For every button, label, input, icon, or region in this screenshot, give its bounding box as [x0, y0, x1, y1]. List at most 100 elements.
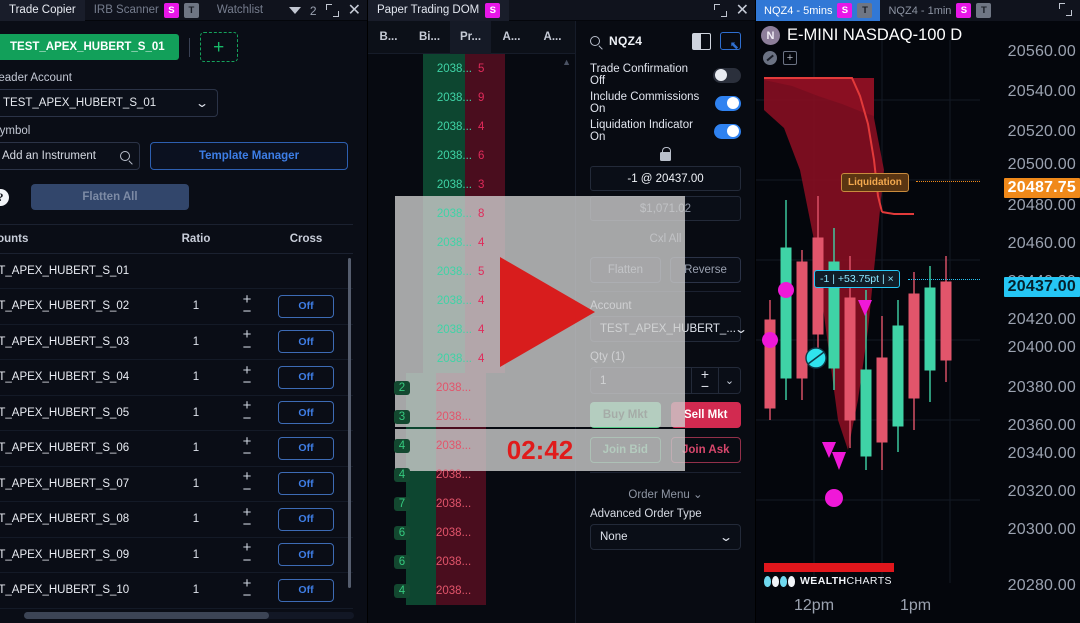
time-tick-1pm: 1pm — [900, 597, 932, 614]
qty-stepper[interactable]: + − — [691, 367, 719, 394]
help-icon[interactable]: ? — [0, 188, 9, 206]
tab-paper-trading-dom[interactable]: Paper Trading DOM S — [368, 0, 510, 21]
table-row[interactable]: TEST_APEX_HUBERT_S_09 1 +− Off — [0, 538, 353, 573]
split-view-icon[interactable] — [692, 32, 711, 50]
badge-s-icon: S — [163, 2, 179, 18]
ladder-row[interactable]: 6 2038... — [368, 547, 575, 576]
ladder-price: 2038... — [436, 526, 472, 539]
row-cross-toggle[interactable]: Off — [278, 578, 334, 602]
table-row[interactable]: TEST_APEX_HUBERT_S_04 1 +− Off — [0, 360, 353, 396]
watermark-bar — [764, 563, 894, 572]
close-icon[interactable]: ✕ — [736, 2, 749, 19]
dom-symbol-value: NQZ4 — [609, 34, 643, 48]
row-cross-toggle[interactable]: Off — [278, 543, 334, 567]
row-cross-toggle[interactable]: Off — [278, 507, 334, 531]
toggle-liquidation-indicator[interactable]: Liquidation Indicator On — [590, 117, 741, 145]
row-cross-toggle[interactable]: Off — [278, 472, 334, 496]
add-account-button[interactable]: + — [199, 32, 238, 62]
expand-icon[interactable] — [713, 4, 727, 17]
dom-col-b[interactable]: B... — [368, 31, 409, 43]
ladder-price: 2038... — [436, 439, 472, 452]
popout-icon[interactable] — [720, 32, 741, 52]
flatten-all-button[interactable]: Flatten All — [31, 184, 189, 210]
accounts-vertical-scrollbar[interactable] — [348, 258, 351, 588]
toggle-trade-confirmation[interactable]: Trade Confirmation Off — [590, 61, 741, 89]
leader-account-select[interactable]: TEST_APEX_HUBERT_S_01 ⌄ — [0, 89, 218, 117]
symbol-search-input[interactable]: Add an Instrument — [0, 142, 140, 170]
ladder-row[interactable]: 2038... 6 — [368, 141, 575, 170]
ladder-row[interactable]: 2038... 4 — [368, 112, 575, 141]
toggle-trade-confirmation-switch[interactable] — [712, 67, 741, 83]
qty-dropdown-icon[interactable]: ⌄ — [719, 367, 741, 394]
lock-icon[interactable] — [660, 147, 671, 161]
row-ratio-stepper[interactable]: + − — [226, 469, 268, 497]
close-icon[interactable]: ✕ — [348, 2, 361, 19]
table-row[interactable]: TEST_APEX_HUBERT_S_03 1 +− Off — [0, 325, 353, 360]
dom-col-a2[interactable]: A... — [532, 31, 573, 43]
row-ratio-stepper[interactable]: + − — [226, 434, 268, 462]
row-cross-toggle[interactable]: Off — [278, 294, 334, 318]
table-row[interactable]: TEST_APEX_HUBERT_S_08 1 +− Off — [0, 502, 353, 538]
search-icon[interactable] — [590, 36, 600, 46]
ladder-price: 2038... — [436, 584, 472, 597]
price-tick: 20420.00 — [1007, 311, 1076, 328]
play-icon[interactable] — [500, 257, 595, 367]
advanced-order-type-select[interactable]: None ⌄ — [590, 524, 741, 550]
last-price-label[interactable]: 20437.00 — [1003, 277, 1080, 297]
row-ratio-value: 1 — [192, 335, 200, 348]
row-ratio-stepper[interactable]: + − — [226, 398, 268, 426]
dom-col-ask[interactable]: A... — [491, 31, 532, 43]
tab-nqz4-1min[interactable]: NQZ4 - 1min S T — [880, 0, 999, 21]
price-axis[interactable]: 20560.00 20540.00 20520.00 20500.00 20480.00… — [980, 21, 1080, 623]
liquidation-tag[interactable]: Liquidation — [841, 173, 909, 192]
accounts-hscroll-thumb[interactable] — [24, 612, 269, 619]
tab-nqz4-5mins[interactable]: NQZ4 - 5mins S T — [756, 0, 881, 21]
row-account-name: TEST_APEX_HUBERT_S_02 — [0, 300, 130, 313]
account-chip[interactable]: TEST_APEX_HUBERT_S_01 — [0, 34, 179, 60]
tab-watchlist[interactable]: Watchlist — [208, 0, 272, 21]
ladder-row[interactable]: 7 2038... — [368, 489, 575, 518]
ladder-row[interactable]: 2038... 3 — [368, 170, 575, 199]
tab-watchlist-label: Watchlist — [216, 4, 264, 16]
ladder-price: 2038... — [436, 323, 472, 336]
toggle-include-commissions[interactable]: Include Commissions On — [590, 89, 741, 117]
row-ratio-stepper[interactable]: + − — [226, 363, 268, 391]
table-row[interactable]: TEST_APEX_HUBERT_S_07 1 +− Off — [0, 467, 353, 502]
table-row[interactable]: TEST_APEX_HUBERT_S_10 1 +− Off — [0, 573, 353, 609]
row-cross-toggle[interactable]: Off — [278, 436, 334, 460]
tab-trade-copier[interactable]: Trade Copier — [0, 0, 85, 21]
accounts-horizontal-scrollbar[interactable] — [24, 612, 354, 619]
row-ratio-stepper[interactable]: + − — [226, 505, 268, 533]
row-ratio-stepper[interactable]: + − — [226, 540, 268, 568]
row-cross-toggle[interactable]: Off — [278, 365, 334, 389]
toggle-include-commissions-switch[interactable] — [714, 95, 741, 111]
ladder-row[interactable]: 6 2038... — [368, 518, 575, 547]
ladder-row[interactable]: 2038... 5 — [368, 54, 575, 83]
position-tag[interactable]: -1 | +53.75pt | × — [814, 270, 900, 288]
template-manager-button[interactable]: Template Manager — [150, 142, 348, 170]
col-cross: Cross — [289, 233, 323, 245]
table-row[interactable]: TEST_APEX_HUBERT_S_02 1 +− Off — [0, 289, 353, 325]
dom-col-price[interactable]: Pr... — [450, 20, 491, 54]
dom-col-bid[interactable]: Bi... — [409, 31, 450, 43]
row-ratio-stepper[interactable]: + − — [226, 292, 268, 320]
row-cross-toggle[interactable]: Off — [278, 330, 334, 354]
expand-icon[interactable] — [1059, 3, 1072, 16]
chart-canvas[interactable]: Liquidation -1 | +53.75pt | × WEALTHCHAR… — [756, 40, 980, 623]
table-row[interactable]: TEST_APEX_HUBERT_S_06 1 +− Off — [0, 431, 353, 467]
row-ratio-value: 1 — [192, 406, 200, 419]
expand-icon[interactable] — [325, 4, 339, 17]
row-cross-toggle[interactable]: Off — [278, 401, 334, 425]
toggle-liquidation-indicator-switch[interactable] — [713, 123, 741, 139]
row-ratio-stepper[interactable]: + − — [226, 576, 268, 604]
row-ratio-stepper[interactable]: + − — [226, 327, 268, 355]
price-tick: 20520.00 — [1007, 123, 1076, 140]
dom-symbol-row: NQZ4 — [590, 21, 741, 61]
tab-irb-scanner[interactable]: IRB Scanner S T — [85, 0, 208, 21]
ladder-bid-size: 2 — [393, 380, 411, 395]
ladder-row[interactable]: 2038... 9 — [368, 83, 575, 112]
table-row[interactable]: TEST_APEX_HUBERT_S_05 1 +− Off — [0, 396, 353, 431]
chevron-down-icon[interactable] — [288, 7, 301, 14]
order-menu-toggle[interactable]: Order Menu ⌄ — [590, 481, 741, 508]
ladder-row[interactable]: 4 2038... — [368, 576, 575, 605]
